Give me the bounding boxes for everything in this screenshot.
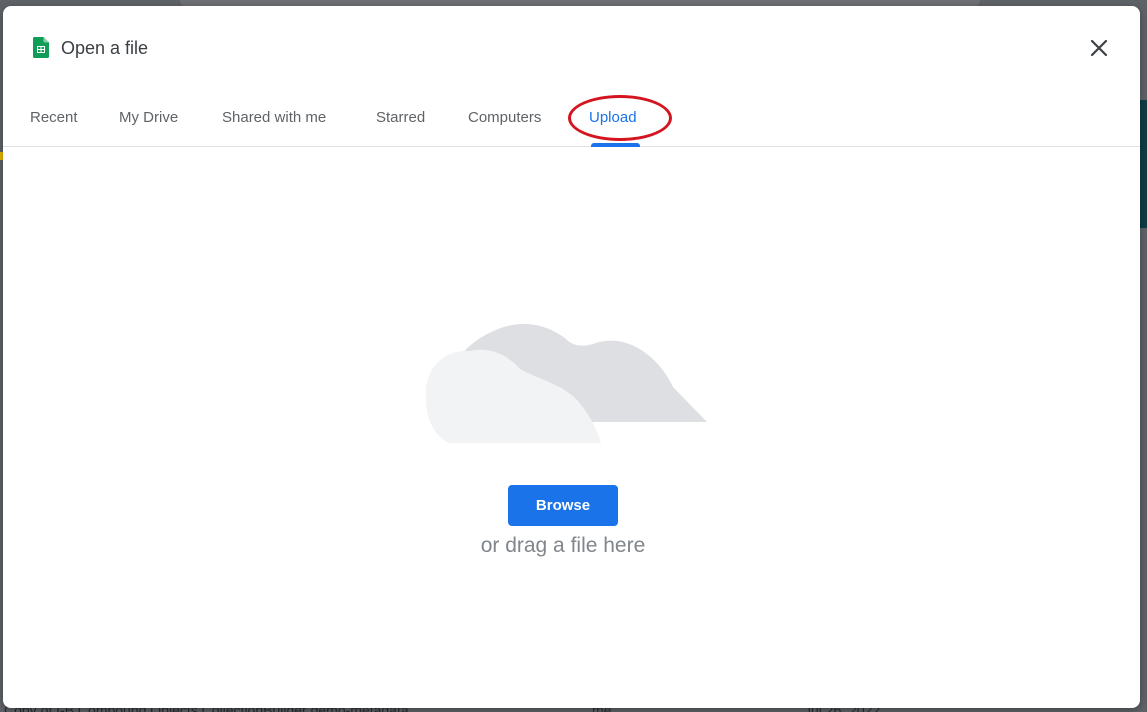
close-icon [1090,39,1108,62]
tab-bar: Recent My Drive Shared with me Starred C… [3,92,1140,147]
close-button[interactable] [1081,32,1117,68]
tab-computers[interactable]: Computers [468,106,541,130]
upload-drop-zone[interactable]: Browse or drag a file here [3,147,1140,708]
dialog-header: Open a file [3,6,1140,86]
tab-upload[interactable]: Upload [589,106,637,130]
tab-my-drive[interactable]: My Drive [119,106,178,130]
google-sheets-icon [33,37,49,58]
cloud-illustration [418,287,708,443]
dialog-title: Open a file [61,38,149,58]
tab-starred[interactable]: Starred [376,106,425,130]
open-file-dialog: Open a file Recent My Drive Shared with … [3,6,1140,708]
tab-recent[interactable]: Recent [30,106,78,130]
drag-drop-hint: or drag a file here [480,534,646,557]
browse-button[interactable]: Browse [508,485,618,526]
tab-shared-with-me[interactable]: Shared with me [222,106,326,130]
